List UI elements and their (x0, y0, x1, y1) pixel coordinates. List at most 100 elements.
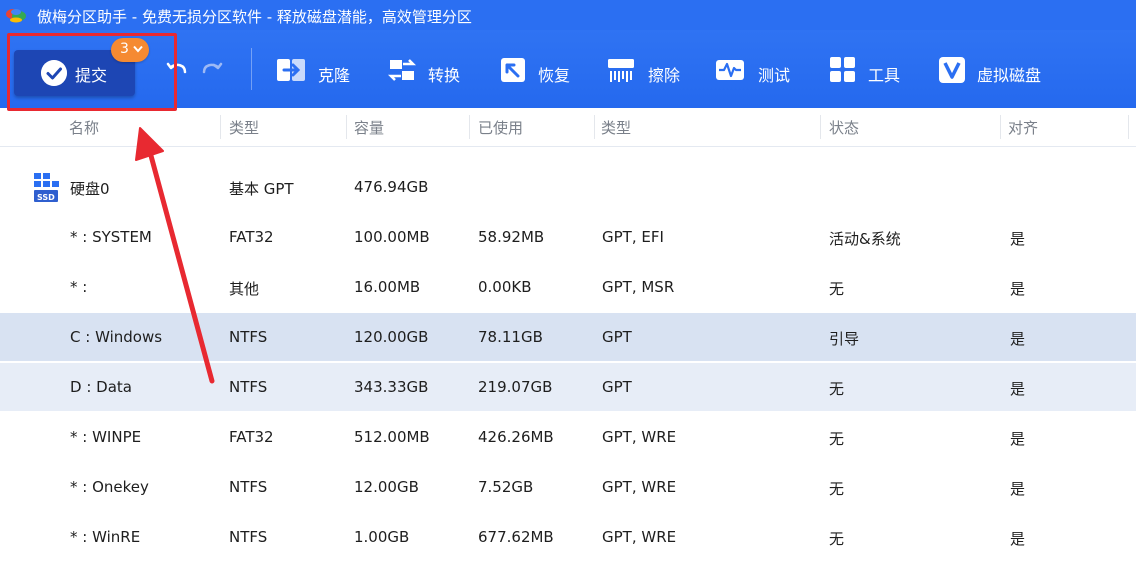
partition-row[interactable]: * : Onekey NTFS 12.00GB 7.52GB GPT, WRE … (0, 463, 1136, 511)
clone-button[interactable]: 克隆 (276, 53, 356, 87)
partition-used: 7.52GB (478, 478, 534, 496)
test-button[interactable]: 测试 (715, 53, 795, 87)
partition-status: 无 (829, 530, 845, 548)
virtual-disk-button[interactable]: 虚拟磁盘 (937, 53, 1057, 87)
partition-type: GPT, WRE (602, 478, 677, 496)
partition-type: GPT, WRE (602, 428, 677, 446)
partition-used: 219.07GB (478, 378, 553, 396)
undo-icon[interactable] (165, 58, 189, 78)
partition-row[interactable]: * : 其他 16.00MB 0.00KB GPT, MSR 无 是 (0, 263, 1136, 311)
test-label: 测试 (758, 66, 791, 85)
partition-name: * : WinRE (70, 528, 141, 546)
partition-row[interactable]: C : Windows NTFS 120.00GB 78.11GB GPT 引导… (0, 313, 1136, 361)
clone-icon (277, 59, 305, 81)
partition-aligned: 是 (1010, 380, 1026, 398)
column-capacity[interactable]: 容量 (354, 117, 384, 138)
virtual-disk-label: 虚拟磁盘 (977, 66, 1042, 85)
partition-name: * : Onekey (70, 478, 149, 496)
column-status[interactable]: 状态 (829, 117, 859, 138)
column-fs-type[interactable]: 类型 (229, 117, 259, 138)
main-toolbar: 提交 3 克隆 转换 恢复 擦除 测试 工具 虚拟磁盘 (0, 30, 1136, 108)
column-alignment[interactable]: 对齐 (1008, 117, 1038, 138)
tools-label: 工具 (868, 66, 901, 85)
partition-fs: FAT32 (229, 428, 274, 446)
partition-fs: NTFS (229, 328, 268, 346)
partition-type: GPT, MSR (602, 278, 675, 296)
tools-button[interactable]: 工具 (828, 53, 908, 87)
column-name[interactable]: 名称 (69, 117, 99, 138)
redo-icon[interactable] (200, 58, 224, 78)
partition-status: 无 (829, 430, 845, 448)
virtual-disk-icon (939, 57, 965, 83)
wipe-icon (608, 59, 634, 82)
partition-row[interactable]: * : WINPE FAT32 512.00MB 426.26MB GPT, W… (0, 413, 1136, 461)
window-title: 傲梅分区助手 - 免费无损分区软件 - 释放磁盘潜能，高效管理分区 (37, 8, 472, 26)
partition-used: 677.62MB (478, 528, 554, 546)
partition-aligned: 是 (1010, 430, 1026, 448)
pending-count: 3 (120, 41, 129, 57)
partition-fs: NTFS (229, 478, 268, 496)
column-partition-type[interactable]: 类型 (601, 117, 631, 138)
recover-button[interactable]: 恢复 (498, 53, 578, 87)
column-divider[interactable] (1000, 115, 1001, 139)
column-used[interactable]: 已使用 (478, 117, 523, 138)
partition-status: 无 (829, 280, 845, 298)
partition-capacity: 512.00MB (354, 428, 430, 446)
column-divider[interactable] (346, 115, 347, 139)
check-icon (41, 60, 67, 86)
recover-icon (501, 58, 525, 82)
chevron-down-icon (133, 45, 143, 53)
partition-aligned: 是 (1010, 230, 1026, 248)
partition-used: 0.00KB (478, 278, 532, 296)
partition-row[interactable]: * : SYSTEM FAT32 100.00MB 58.92MB GPT, E… (0, 213, 1136, 261)
partition-type: GPT, EFI (602, 228, 664, 246)
partition-name: * : (70, 278, 88, 296)
column-divider[interactable] (1128, 115, 1129, 139)
disk-row[interactable]: 硬盘0 基本 GPT 476.94GB (0, 163, 1136, 211)
test-icon (716, 60, 744, 80)
column-divider[interactable] (820, 115, 821, 139)
partition-fs: NTFS (229, 378, 268, 396)
disk-name: 硬盘0 (70, 180, 110, 198)
partition-type: GPT, WRE (602, 528, 677, 546)
partition-capacity: 100.00MB (354, 228, 430, 246)
wipe-label: 擦除 (648, 66, 681, 85)
pending-operations-badge[interactable]: 3 (111, 38, 149, 62)
disk-capacity: 476.94GB (354, 178, 429, 196)
table-header: 名称 类型 容量 已使用 类型 状态 对齐 (0, 108, 1136, 147)
partition-used: 426.26MB (478, 428, 554, 446)
partition-status: 无 (829, 480, 845, 498)
partition-fs: NTFS (229, 528, 268, 546)
partition-capacity: 1.00GB (354, 528, 410, 546)
partition-aligned: 是 (1010, 330, 1026, 348)
wipe-button[interactable]: 擦除 (606, 53, 686, 87)
convert-button[interactable]: 转换 (387, 53, 467, 87)
partition-status: 无 (829, 380, 845, 398)
partition-name: D : Data (70, 378, 132, 396)
partition-used: 58.92MB (478, 228, 545, 246)
toolbar-separator (251, 48, 252, 90)
partition-capacity: 120.00GB (354, 328, 429, 346)
column-divider[interactable] (220, 115, 221, 139)
disk-type: 基本 GPT (229, 180, 294, 198)
partition-row[interactable]: D : Data NTFS 343.33GB 219.07GB GPT 无 是 (0, 363, 1136, 411)
tools-icon (830, 57, 855, 82)
partition-name: * : WINPE (70, 428, 142, 446)
title-bar: 傲梅分区助手 - 免费无损分区软件 - 释放磁盘潜能，高效管理分区 (0, 0, 1136, 30)
column-divider[interactable] (469, 115, 470, 139)
column-divider[interactable] (594, 115, 595, 139)
partition-used: 78.11GB (478, 328, 543, 346)
partition-status: 引导 (829, 330, 860, 348)
partition-fs: 其他 (229, 280, 260, 298)
partition-row[interactable]: * : WinRE NTFS 1.00GB 677.62MB GPT, WRE … (0, 513, 1136, 561)
clone-label: 克隆 (318, 66, 351, 85)
convert-label: 转换 (428, 66, 461, 85)
recover-label: 恢复 (538, 66, 571, 85)
partition-name: C : Windows (70, 328, 163, 346)
app-logo-icon (6, 9, 26, 23)
partition-aligned: 是 (1010, 280, 1026, 298)
partition-capacity: 16.00MB (354, 278, 421, 296)
partition-aligned: 是 (1010, 530, 1026, 548)
partition-fs: FAT32 (229, 228, 274, 246)
partition-capacity: 343.33GB (354, 378, 429, 396)
